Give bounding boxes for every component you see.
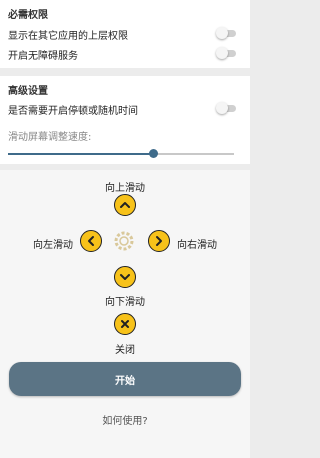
chevron-up-icon <box>120 202 130 208</box>
swipe-down-label: 向下滑动 <box>105 297 145 308</box>
slider-fill <box>8 153 153 155</box>
swipe-speed-label: 滑动屏幕调整速度: <box>8 132 92 143</box>
close-label: 关闭 <box>115 345 135 356</box>
swipe-right-button[interactable] <box>148 230 170 252</box>
overlay-permission-label: 显示在其它应用的上层权限 <box>8 31 128 42</box>
swipe-up-label: 向上滑动 <box>105 183 145 194</box>
chevron-down-icon <box>120 274 130 280</box>
start-button[interactable]: 开始 <box>9 362 241 396</box>
swipe-down-button[interactable] <box>114 266 136 288</box>
pause-random-time-toggle[interactable] <box>216 102 238 114</box>
accessibility-service-label: 开启无障碍服务 <box>8 51 78 62</box>
swipe-up-button[interactable] <box>114 194 136 216</box>
overlay-permission-toggle[interactable] <box>216 27 238 39</box>
permissions-title: 必需权限 <box>8 10 48 21</box>
swipe-speed-slider[interactable] <box>8 148 234 160</box>
slider-knob[interactable] <box>148 149 158 158</box>
permissions-card: 必需权限 显示在其它应用的上层权限 开启无障碍服务 <box>0 0 250 68</box>
toggle-thumb <box>216 47 228 59</box>
toggle-thumb <box>216 27 228 39</box>
pause-random-time-label: 是否需要开启停顿或随机时间 <box>8 106 138 117</box>
close-button[interactable] <box>114 313 136 335</box>
how-to-use-link[interactable]: 如何使用? <box>0 412 250 427</box>
chevron-left-icon <box>88 236 94 246</box>
close-icon <box>121 320 129 328</box>
chevron-right-icon <box>156 236 162 246</box>
swipe-left-button[interactable] <box>80 230 102 252</box>
gear-icon <box>113 230 135 252</box>
swipe-right-label: 向右滑动 <box>177 240 217 251</box>
accessibility-service-toggle[interactable] <box>216 47 238 59</box>
advanced-settings-title: 高级设置 <box>8 86 48 97</box>
swipe-left-label: 向左滑动 <box>33 240 73 251</box>
toggle-thumb <box>216 102 228 114</box>
